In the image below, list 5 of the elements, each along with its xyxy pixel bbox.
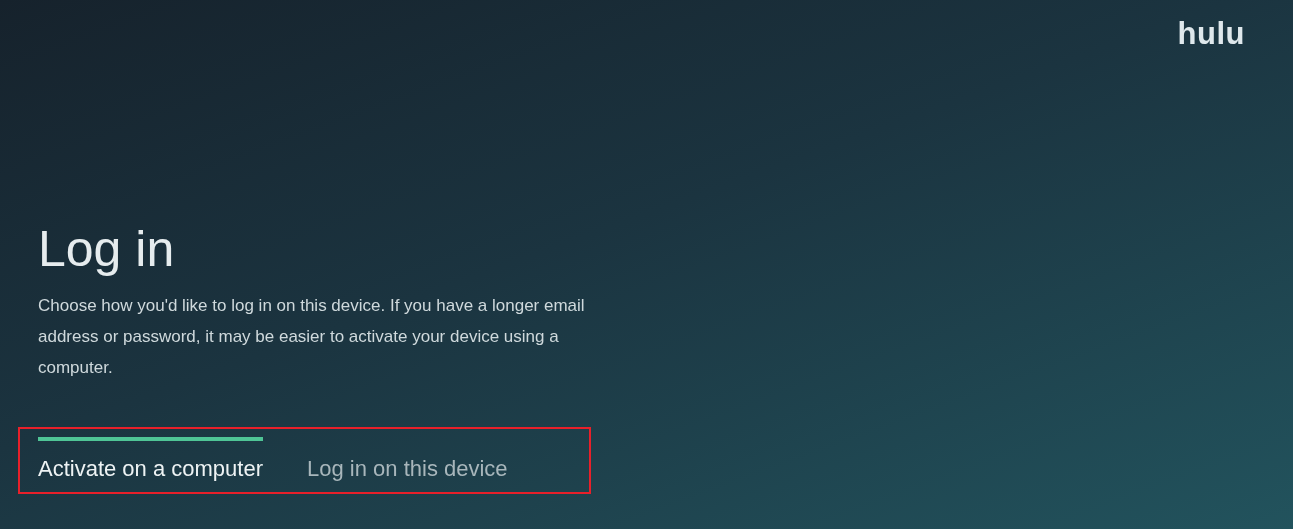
description-text: Choose how you'd like to log in on this device. If you have a longer email address or password, it may be easier to activate your device using a computer. [38, 295, 586, 379]
hulu-logo: hulu [1177, 18, 1245, 53]
page-title: Log in [38, 222, 176, 276]
login-tab[interactable]: Log in on this device [307, 437, 508, 483]
login-tab[interactable]: Activate on a computer [38, 437, 263, 483]
